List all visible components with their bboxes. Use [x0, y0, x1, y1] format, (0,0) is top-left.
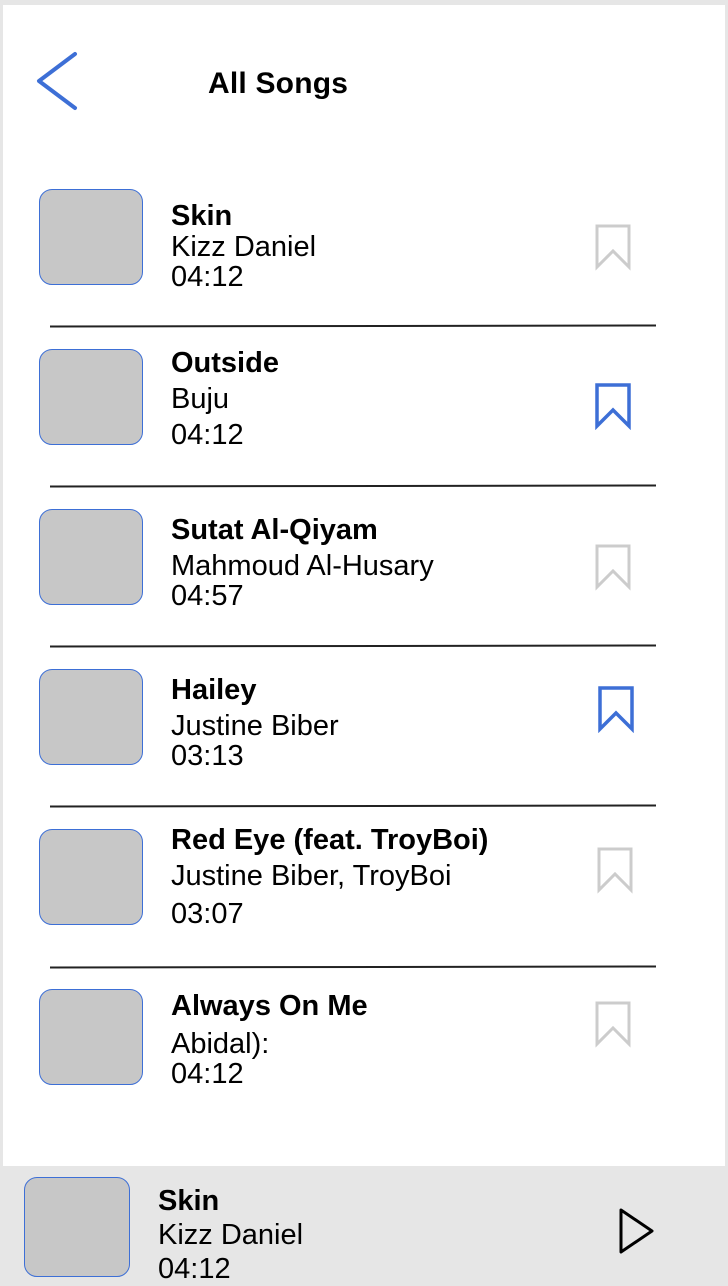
song-title: Outside [171, 347, 279, 379]
now-playing-duration: 04:12 [158, 1253, 231, 1285]
now-playing-album-art [24, 1177, 130, 1277]
song-row[interactable]: Outside Buju 04:12 [3, 345, 725, 505]
back-button[interactable] [31, 50, 83, 112]
song-duration: 04:12 [171, 261, 244, 293]
song-row[interactable]: Always On Me Abidal): 04:12 [3, 985, 725, 1145]
song-duration: 03:07 [171, 898, 244, 930]
now-playing-bar[interactable]: Skin Kizz Daniel 04:12 [0, 1166, 728, 1286]
song-artist: Abidal): [171, 1028, 270, 1060]
bookmark-button[interactable] [593, 382, 633, 431]
album-art [39, 829, 143, 925]
bookmark-icon [597, 847, 633, 894]
bookmark-button[interactable] [595, 846, 635, 894]
album-art [39, 669, 143, 765]
song-title: Sutat Al-Qiyam [171, 514, 378, 546]
song-artist: Justine Biber, TroyBoi [171, 860, 452, 892]
song-title: Hailey [171, 674, 257, 706]
song-artist: Mahmoud Al-Husary [171, 550, 434, 582]
song-row[interactable]: Skin Kizz Daniel 04:12 [3, 185, 725, 345]
header: All Songs [3, 5, 725, 155]
song-duration: 04:12 [171, 1058, 244, 1090]
bookmark-button[interactable] [593, 543, 633, 591]
song-artist: Justine Biber [171, 710, 339, 742]
bookmark-button[interactable] [593, 1000, 633, 1048]
bookmark-icon [595, 383, 631, 431]
album-art [39, 509, 143, 605]
screen: All Songs Skin Kizz Daniel 04:12 Outside… [3, 5, 725, 1286]
song-row[interactable]: Hailey Justine Biber 03:13 [3, 665, 725, 825]
bookmark-button[interactable] [596, 685, 636, 734]
chevron-left-icon [37, 52, 77, 110]
bookmark-icon [598, 686, 634, 734]
album-art [39, 189, 143, 285]
song-title: Skin [171, 200, 233, 232]
song-artist: Kizz Daniel [171, 231, 317, 263]
song-title: Red Eye (feat. TroyBoi) [171, 824, 489, 856]
now-playing-artist: Kizz Daniel [158, 1219, 304, 1251]
play-button[interactable] [616, 1206, 656, 1256]
play-icon [619, 1208, 654, 1254]
bookmark-button[interactable] [593, 223, 633, 271]
song-artist: Buju [171, 383, 230, 415]
song-title: Always On Me [171, 990, 368, 1022]
song-duration: 04:12 [171, 419, 244, 451]
bookmark-icon [595, 1001, 631, 1048]
page-title: All Songs [208, 67, 349, 100]
song-row[interactable]: Red Eye (feat. TroyBoi) Justine Biber, T… [3, 824, 725, 985]
now-playing-title: Skin [158, 1185, 220, 1217]
bookmark-icon [595, 544, 631, 591]
song-duration: 03:13 [171, 740, 244, 772]
album-art [39, 349, 143, 445]
song-duration: 04:57 [171, 580, 244, 612]
bookmark-icon [595, 224, 631, 271]
album-art [39, 989, 143, 1085]
song-row[interactable]: Sutat Al-Qiyam Mahmoud Al-Husary 04:57 [3, 505, 725, 665]
